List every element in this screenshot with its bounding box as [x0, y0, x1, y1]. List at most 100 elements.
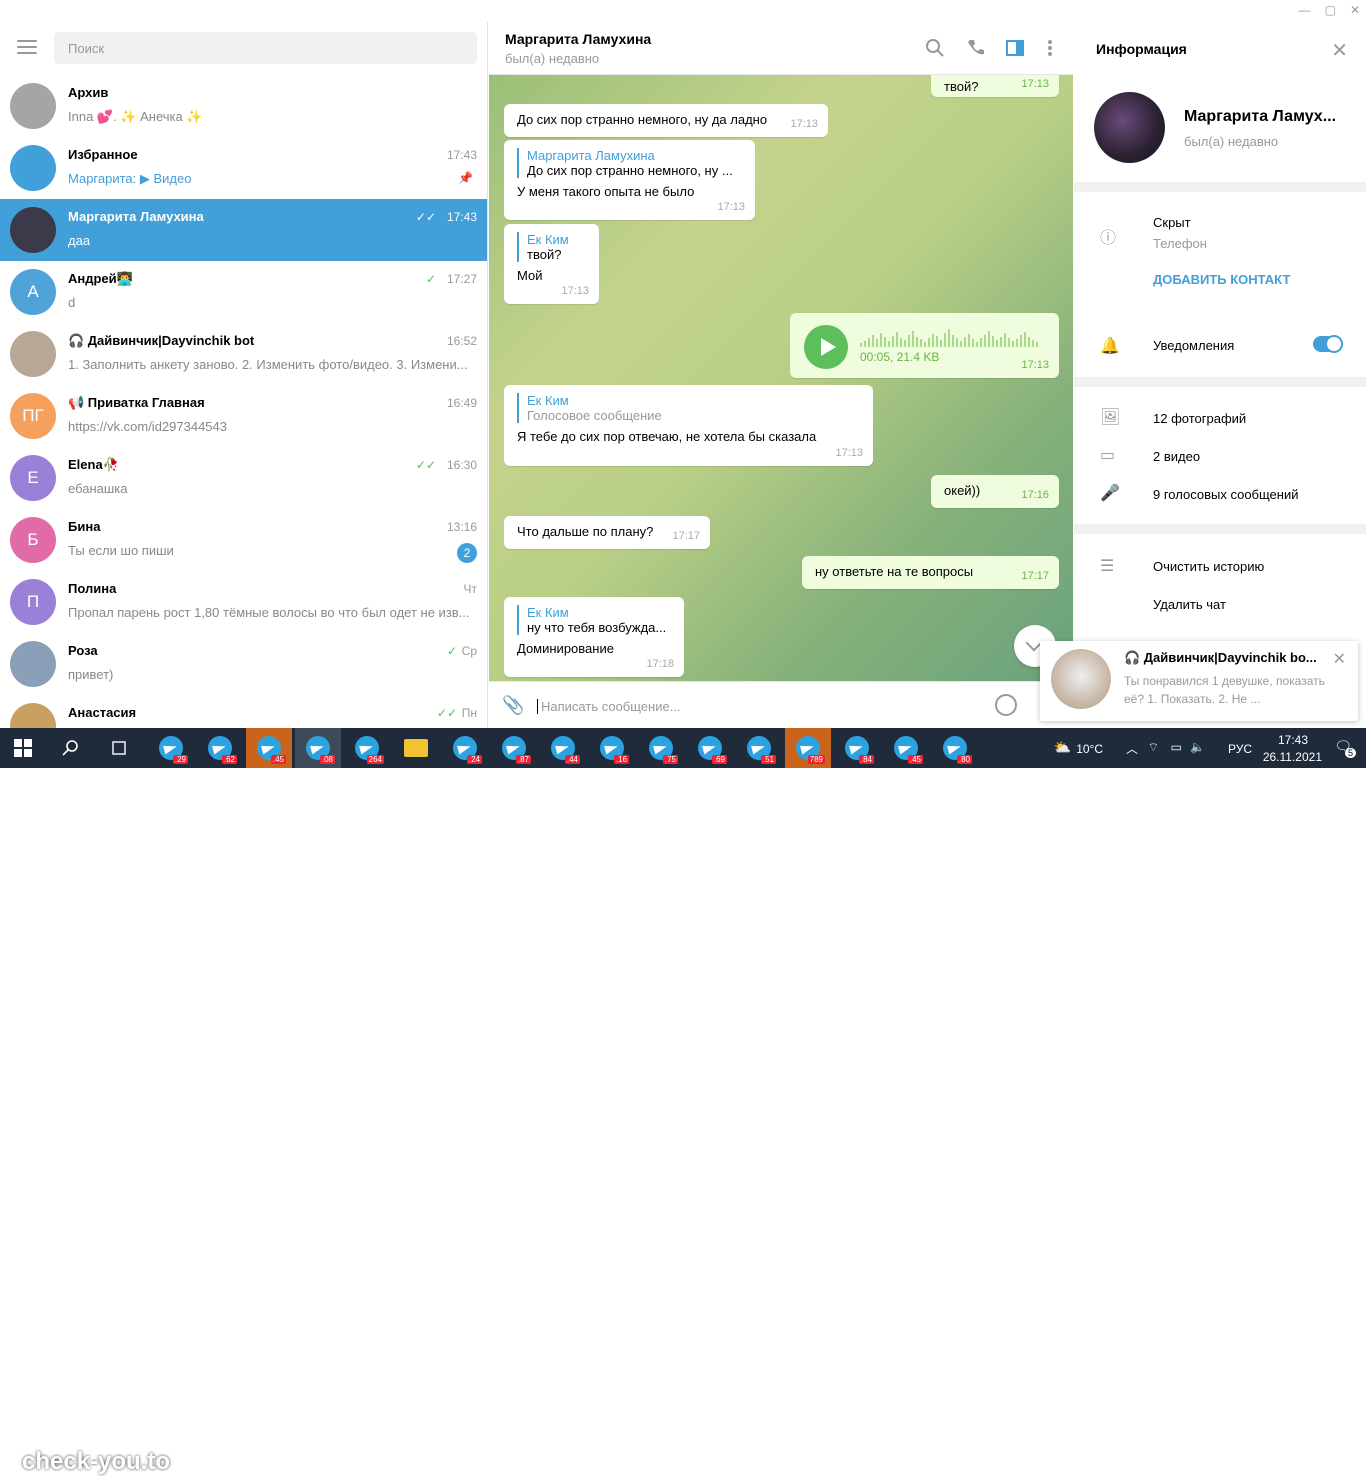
telegram-taskbar-icon[interactable]: .45 [883, 728, 929, 768]
watermark: check-you.to [22, 1448, 171, 1475]
search-icon[interactable] [925, 38, 945, 58]
voices-link[interactable]: 9 голосовых сообщений [1153, 487, 1298, 502]
message-bubble[interactable]: До сих пор странно немного, ну да ладно … [504, 104, 828, 137]
message-input[interactable]: Написать сообщение... [537, 699, 681, 714]
clock-time[interactable]: 17:43 [1278, 733, 1308, 747]
emoji-icon[interactable] [995, 694, 1017, 716]
network-icon[interactable]: ⌔ [1148, 740, 1159, 755]
waveform-icon [860, 329, 1038, 347]
telegram-taskbar-icon[interactable]: .75 [638, 728, 684, 768]
chat-list-item[interactable]: Анастасия Пн ✓✓ [0, 695, 487, 728]
message-bubble[interactable]: твой? 17:13 [931, 75, 1059, 97]
maximize-button[interactable]: ▢ [1325, 3, 1336, 17]
chat-list-item[interactable]: Б Бина Ты если шо пиши 13:16 2 [0, 509, 487, 571]
chat-list-item[interactable]: Маргарита Ламухина даа 17:43 ✓✓ [0, 199, 487, 261]
videos-link[interactable]: 2 видео [1153, 449, 1200, 464]
message-list[interactable]: твой? 17:13 До сих пор странно немного, … [489, 75, 1073, 681]
waveform-bar [896, 332, 898, 347]
search-icon[interactable] [48, 728, 94, 768]
add-contact-button[interactable]: ДОБАВИТЬ КОНТАКТ [1153, 272, 1290, 287]
waveform-bar [980, 338, 982, 347]
photos-link[interactable]: 12 фотографий [1153, 411, 1246, 426]
message-bubble[interactable]: Маргарита Ламухина До сих пор странно нем… [504, 140, 755, 220]
waveform-bar [928, 338, 930, 347]
chat-list-item[interactable]: А Андрей👨‍💻 d 17:27 ✓ [0, 261, 487, 323]
telegram-taskbar-icon[interactable]: .62 [197, 728, 243, 768]
telegram-taskbar-icon[interactable]: .45 [246, 728, 292, 768]
temperature[interactable]: 10°C [1076, 742, 1103, 756]
close-icon[interactable]: ✕ [1333, 649, 1346, 669]
voice-message[interactable]: 00:05, 21.4 KB 17:13 [790, 313, 1059, 378]
tray-chevron-icon[interactable]: ︿ [1126, 740, 1138, 757]
windows-start-icon[interactable] [0, 728, 46, 768]
waveform-bar [908, 335, 910, 347]
chat-list-item[interactable]: Е Elena🥀 ебанашка 16:30 ✓✓ [0, 447, 487, 509]
attach-icon[interactable]: 📎 [502, 695, 524, 716]
chat-time: 13:16 [446, 520, 477, 534]
message-bubble[interactable]: Ек Ким твой? Мой 17:13 [504, 224, 599, 304]
more-icon[interactable] [1040, 38, 1060, 58]
sidebar-toggle-icon[interactable] [1005, 38, 1025, 58]
delete-chat-button[interactable]: Удалить чат [1153, 597, 1226, 612]
chat-list-item[interactable]: Роза привет) Ср ✓ [0, 633, 487, 695]
notifications-toggle[interactable] [1313, 335, 1343, 353]
waveform-bar [968, 334, 970, 347]
language[interactable]: РУС [1228, 742, 1252, 756]
message-bubble[interactable]: Ек Ким ну что тебя возбужда... Доминирова… [504, 597, 684, 677]
chat-list-item[interactable]: П Полина Пропал парень рост 1,80 тёмные во… [0, 571, 487, 633]
telegram-taskbar-icon[interactable]: .16 [589, 728, 635, 768]
waveform-bar [924, 342, 926, 347]
waveform-bar [976, 342, 978, 347]
waveform-bar [956, 338, 958, 347]
waveform-bar [936, 336, 938, 347]
notification-text: Ты понравился 1 девушке, показать её? 1.… [1124, 674, 1325, 706]
waveform-bar [1000, 337, 1002, 347]
close-button[interactable]: ✕ [1350, 3, 1360, 17]
telegram-taskbar-icon[interactable]: .44 [540, 728, 586, 768]
search-input[interactable]: Поиск [54, 32, 477, 64]
waveform-bar [1036, 342, 1038, 347]
chat-time: 17:43 [446, 148, 477, 162]
task-view-icon[interactable] [96, 728, 142, 768]
telegram-taskbar-icon[interactable]: .29 [148, 728, 194, 768]
telegram-taskbar-icon[interactable]: .51 [736, 728, 782, 768]
waveform-bar [868, 338, 870, 347]
taskbar-badge: 789 [807, 755, 825, 764]
chat-name: Анастасия [68, 705, 137, 720]
telegram-taskbar-icon[interactable]: .84 [834, 728, 880, 768]
message-bubble[interactable]: Ек Ким Голосовое сообщение Я тебе до сих … [504, 385, 873, 466]
volume-icon[interactable]: 🔈 [1190, 740, 1205, 754]
play-icon[interactable] [804, 325, 848, 369]
telegram-taskbar-icon[interactable]: .80 [932, 728, 978, 768]
telegram-taskbar-icon[interactable]: 264 [344, 728, 390, 768]
message-bubble[interactable]: Что дальше по плану? 17:17 [504, 516, 710, 549]
telegram-taskbar-icon[interactable]: .69 [687, 728, 733, 768]
folder-icon[interactable] [393, 728, 439, 768]
clear-history-button[interactable]: Очистить историю [1153, 559, 1264, 574]
avatar[interactable] [1094, 92, 1165, 163]
notification-popup[interactable]: 🎧 Дайвинчик|Dayvinchik bo... Ты понравил… [1040, 641, 1358, 721]
chat-list-item[interactable]: Избранное Маргарита: ▶ Видео 17:43 📌 [0, 137, 487, 199]
telegram-taskbar-icon[interactable]: 789 [785, 728, 831, 768]
chat-list-item[interactable]: Архив Inna 💕. ✨ Анечка ✨ [0, 75, 487, 137]
weather-icon[interactable]: ⛅ [1054, 739, 1071, 756]
message-bubble[interactable]: окей)) 17:16 [931, 475, 1059, 508]
chat-list-item[interactable]: 🎧 Дайвинчик|Dayvinchik bot 1. Заполнить а… [0, 323, 487, 385]
clock-date[interactable]: 26.11.2021 [1263, 750, 1322, 764]
profile-name: Маргарита Ламух... [1184, 108, 1337, 125]
telegram-taskbar-icon[interactable]: .08 [295, 728, 341, 768]
phone-icon[interactable] [966, 38, 986, 58]
waveform-bar [944, 333, 946, 347]
telegram-taskbar-icon[interactable]: .87 [491, 728, 537, 768]
menu-icon[interactable] [17, 40, 37, 54]
close-icon[interactable]: ✕ [1331, 38, 1348, 63]
minimize-button[interactable]: — [1299, 3, 1311, 17]
notification-avatar [1051, 649, 1111, 709]
chat-time: 16:30 [446, 458, 477, 472]
pin-icon: 📌 [458, 171, 473, 185]
telegram-taskbar-icon[interactable]: .24 [442, 728, 488, 768]
message-bubble[interactable]: ну ответьте на те вопросы 17:17 [802, 556, 1059, 589]
battery-icon[interactable]: ▭ [1171, 740, 1182, 754]
chat-title[interactable]: Маргарита Ламухина [505, 31, 651, 47]
chat-list-item[interactable]: ПГ 📢 Приватка Главная https://vk.com/id297… [0, 385, 487, 447]
